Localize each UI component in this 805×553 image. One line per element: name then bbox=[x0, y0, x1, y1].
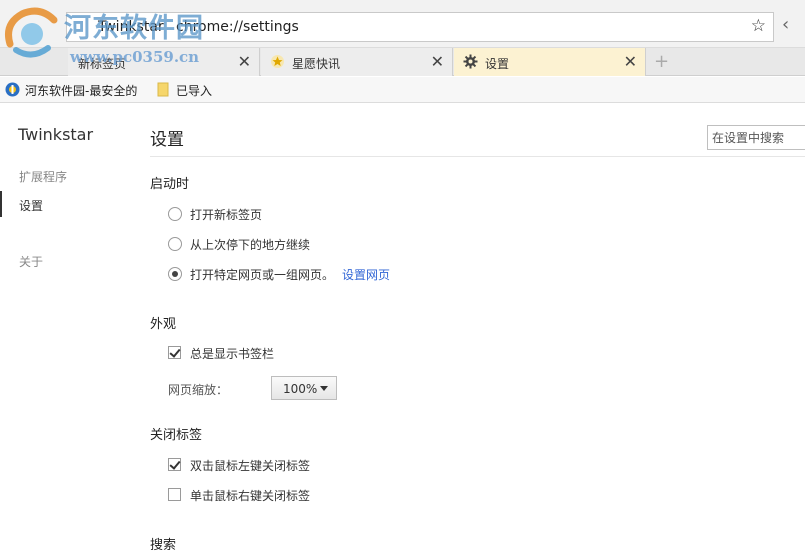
option-label: 打开新标签页 bbox=[190, 208, 263, 222]
bookmark-label: 河东软件园-最安全的 bbox=[25, 84, 138, 98]
tab-settings[interactable]: 设置 ✕ bbox=[454, 48, 646, 76]
zoom-value: 100% bbox=[283, 382, 318, 396]
sidebar-item-extensions[interactable]: 扩展程序 bbox=[19, 168, 67, 185]
tab-label: 设置 bbox=[485, 57, 510, 71]
option-label: 打开特定网页或一组网页。 设置网页 bbox=[190, 266, 390, 283]
star-outline-icon[interactable]: ☆ bbox=[751, 16, 766, 36]
sidebar-item-about[interactable]: 关于 bbox=[19, 253, 43, 270]
option-label: 总是显示书签栏 bbox=[190, 347, 275, 361]
option-label: 单击鼠标右键关闭标签 bbox=[190, 489, 311, 503]
radio-button[interactable] bbox=[168, 237, 182, 251]
startup-option-specific-pages[interactable]: 打开特定网页或一组网页。 设置网页 bbox=[168, 265, 428, 283]
watermark-logo bbox=[2, 6, 62, 62]
close-icon[interactable]: ✕ bbox=[624, 52, 637, 71]
checkbox-checked[interactable] bbox=[168, 458, 181, 471]
sidebar-brand: Twinkstar bbox=[18, 125, 94, 144]
checkbox-checked[interactable] bbox=[168, 346, 181, 359]
folder-icon bbox=[156, 82, 171, 97]
show-bookmarks-bar-option[interactable]: 总是显示书签栏 bbox=[168, 344, 368, 362]
chevron-left-icon[interactable]: ‹ bbox=[782, 14, 789, 35]
site-favicon bbox=[5, 82, 20, 97]
option-label-text: 打开特定网页或一组网页。 bbox=[190, 268, 335, 282]
section-search-title: 搜索 bbox=[150, 538, 177, 553]
page-title: 设置 bbox=[150, 130, 184, 150]
bookmark-item[interactable]: 河东软件园-最安全的 bbox=[5, 81, 145, 99]
gear-icon bbox=[463, 54, 478, 69]
bookmark-label: 已导入 bbox=[176, 84, 213, 98]
star-emblem-icon bbox=[270, 54, 285, 69]
option-label: 双击鼠标左键关闭标签 bbox=[190, 459, 311, 473]
watermark-title: 河东软件园 bbox=[64, 13, 204, 44]
radio-button-selected[interactable] bbox=[168, 267, 182, 281]
option-label: 从上次停下的地方继续 bbox=[190, 238, 311, 252]
close-tab-double-click-option[interactable]: 双击鼠标左键关闭标签 bbox=[168, 456, 368, 474]
startup-option-continue[interactable]: 从上次停下的地方继续 bbox=[168, 235, 368, 253]
bookmarks-bar: 河东软件园-最安全的 已导入 bbox=[0, 77, 805, 103]
search-input[interactable] bbox=[708, 126, 805, 149]
divider bbox=[150, 156, 805, 157]
settings-search[interactable] bbox=[707, 125, 805, 150]
section-startup-title: 启动时 bbox=[150, 177, 190, 192]
set-pages-link[interactable]: 设置网页 bbox=[342, 268, 390, 282]
close-icon[interactable]: ✕ bbox=[238, 52, 251, 71]
radio-button[interactable] bbox=[168, 207, 182, 221]
checkbox-unchecked[interactable] bbox=[168, 488, 181, 501]
watermark-url: www.pc0359.cn bbox=[70, 48, 200, 66]
new-tab-plus-icon[interactable]: + bbox=[654, 51, 669, 72]
zoom-select[interactable]: 100% bbox=[271, 376, 337, 400]
tab-twinkstar-news[interactable]: 星愿快讯 ✕ bbox=[261, 48, 453, 76]
section-close-tab-title: 关闭标签 bbox=[150, 428, 203, 443]
sidebar-item-settings[interactable]: 设置 bbox=[19, 197, 43, 214]
startup-option-new-tab[interactable]: 打开新标签页 bbox=[168, 205, 368, 223]
section-appearance-title: 外观 bbox=[150, 317, 177, 332]
zoom-label: 网页缩放： bbox=[168, 383, 229, 397]
bookmark-folder[interactable]: 已导入 bbox=[156, 81, 226, 99]
sidebar-active-indicator bbox=[0, 191, 2, 217]
chevron-down-icon bbox=[320, 386, 328, 391]
close-tab-right-click-option[interactable]: 单击鼠标右键关闭标签 bbox=[168, 486, 368, 504]
tab-label: 星愿快讯 bbox=[292, 57, 341, 71]
close-icon[interactable]: ✕ bbox=[431, 52, 444, 71]
